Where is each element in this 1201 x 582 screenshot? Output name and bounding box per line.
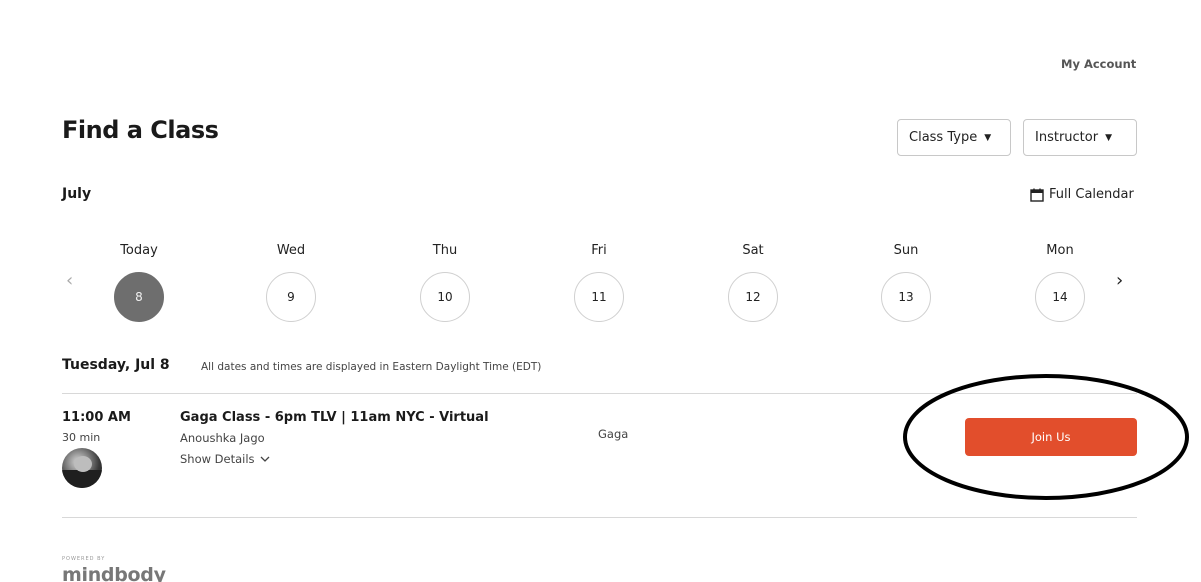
powered-by-label: POWERED BY [62, 556, 106, 562]
show-details-label: Show Details [180, 452, 255, 466]
chevron-down-icon [260, 456, 270, 462]
class-category: Gaga [598, 427, 629, 441]
day-thu[interactable]: Thu 10 [410, 241, 480, 322]
day-name: Today [120, 243, 158, 258]
avatar-face [74, 456, 92, 472]
day-mon[interactable]: Mon 14 [1025, 241, 1095, 322]
instructor-label: Instructor [1035, 130, 1099, 145]
next-week-icon[interactable]: › [1116, 270, 1123, 291]
full-calendar-link[interactable]: Full Calendar [1030, 187, 1134, 202]
day-number[interactable]: 13 [881, 272, 931, 322]
calendar-icon [1030, 188, 1044, 202]
caret-down-icon: ▼ [1105, 132, 1112, 143]
day-number[interactable]: 14 [1035, 272, 1085, 322]
class-type-dropdown[interactable]: Class Type ▼ [897, 119, 1011, 156]
day-fri[interactable]: Fri 11 [564, 241, 634, 322]
instructor-avatar[interactable] [62, 448, 102, 488]
avatar-shade [62, 470, 102, 488]
day-today[interactable]: Today 8 [104, 241, 174, 322]
class-duration: 30 min [62, 431, 101, 444]
class-name[interactable]: Gaga Class - 6pm TLV | 11am NYC - Virtua… [180, 410, 489, 425]
day-name: Sat [742, 243, 764, 258]
full-calendar-label: Full Calendar [1049, 187, 1134, 202]
day-name: Fri [591, 243, 607, 258]
timezone-note: All dates and times are displayed in Eas… [201, 361, 542, 373]
caret-down-icon: ▼ [984, 132, 992, 143]
day-number[interactable]: 10 [420, 272, 470, 322]
class-time: 11:00 AM [62, 410, 131, 425]
day-name: Mon [1046, 243, 1074, 258]
page-title: Find a Class [62, 116, 219, 144]
class-type-label: Class Type [909, 130, 978, 145]
show-details-toggle[interactable]: Show Details [180, 452, 270, 466]
day-number[interactable]: 8 [114, 272, 164, 322]
month-label: July [62, 186, 92, 202]
mindbody-logo[interactable]: mindbody [62, 564, 166, 582]
day-name: Sun [893, 243, 919, 258]
instructor-name[interactable]: Anoushka Jago [180, 431, 265, 445]
divider [62, 517, 1137, 518]
instructor-dropdown[interactable]: Instructor ▼ [1023, 119, 1137, 156]
schedule-date-heading: Tuesday, Jul 8 [62, 357, 170, 373]
day-number[interactable]: 12 [728, 272, 778, 322]
day-wed[interactable]: Wed 9 [256, 241, 326, 322]
day-sun[interactable]: Sun 13 [871, 241, 941, 322]
day-name: Thu [432, 243, 458, 258]
annotation-circle [903, 374, 1189, 500]
previous-week-icon[interactable]: ‹ [66, 270, 73, 291]
day-number[interactable]: 11 [574, 272, 624, 322]
my-account-link[interactable]: My Account [1061, 57, 1136, 71]
day-sat[interactable]: Sat 12 [718, 241, 788, 322]
day-number[interactable]: 9 [266, 272, 316, 322]
day-name: Wed [276, 243, 306, 258]
